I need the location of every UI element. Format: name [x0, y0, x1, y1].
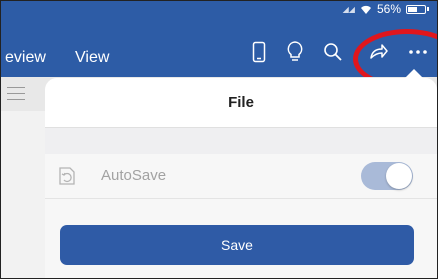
- tab-review[interactable]: eview: [5, 48, 46, 68]
- wifi-icon: [360, 5, 372, 14]
- document-page-edge: [1, 111, 45, 278]
- ribbon-bar: ◢◢ 56% eview View: [1, 1, 437, 77]
- signal-icon: ◢◢: [342, 4, 355, 14]
- list-icon[interactable]: [7, 87, 25, 101]
- autosave-row: AutoSave: [45, 154, 437, 199]
- save-button[interactable]: Save: [60, 225, 414, 265]
- phone-icon[interactable]: [245, 39, 273, 65]
- screenshot-frame: ◢◢ 56% eview View File AutoSave Save: [0, 0, 438, 279]
- panel-title: File: [228, 94, 254, 111]
- panel-header: File: [45, 78, 437, 128]
- more-icon[interactable]: [404, 39, 432, 65]
- status-bar: ◢◢ 56%: [343, 1, 429, 17]
- battery-cap: [427, 7, 429, 11]
- share-icon[interactable]: [364, 39, 392, 65]
- search-icon[interactable]: [319, 39, 347, 65]
- file-panel: File AutoSave Save: [45, 78, 437, 278]
- autosave-toggle[interactable]: [361, 162, 413, 190]
- autosave-icon: [55, 165, 77, 187]
- autosave-label: AutoSave: [101, 167, 167, 184]
- lightbulb-icon[interactable]: [281, 39, 309, 65]
- section-spacer: [45, 128, 437, 154]
- toggle-knob: [386, 163, 412, 189]
- battery-percent: 56%: [376, 2, 401, 16]
- tab-view[interactable]: View: [75, 48, 109, 68]
- battery-icon: [406, 4, 426, 14]
